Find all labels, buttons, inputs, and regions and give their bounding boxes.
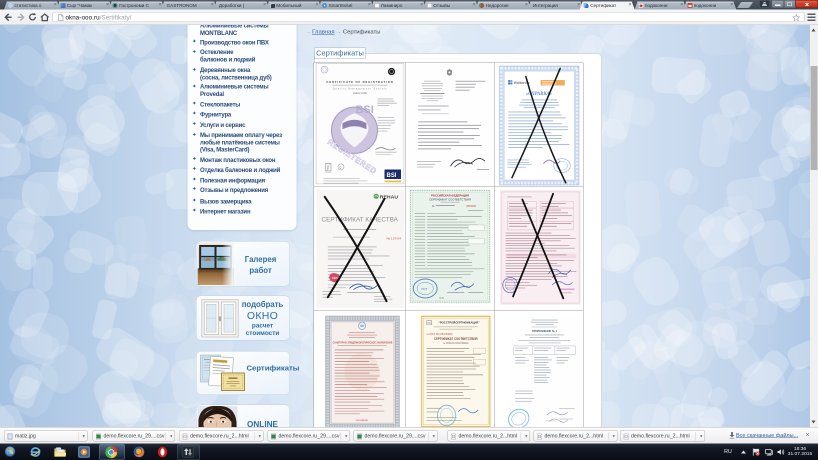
svg-text:ПРИЛОЖЕНИЕ № 1: ПРИЛОЖЕНИЕ № 1 [532, 329, 558, 333]
svg-text:М.П.: М.П. [440, 298, 445, 300]
svg-text:CERTIFICATE OF REGISTRATION: CERTIFICATE OF REGISTRATION [326, 80, 393, 84]
svg-text:0554209: 0554209 [466, 205, 476, 208]
svg-text:№: № [432, 205, 435, 208]
svg-text:BSI: BSI [356, 104, 374, 116]
svg-text:САНИТАРНО-ЭПИДЕМИОЛОГИЧЕСКОЕ З: САНИТАРНО-ЭПИДЕМИОЛОГИЧЕСКОЕ ЗАКЛЮЧЕНИЕ [333, 342, 393, 345]
svg-text:РОССИЙСКАЯ ФЕДЕРАЦИЯ: РОССИЙСКАЯ ФЕДЕРАЦИЯ [431, 194, 469, 198]
svg-text:РСС: РСС [427, 323, 432, 325]
svg-text:BSI: BSI [387, 173, 397, 179]
svg-text:REHAU: REHAU [380, 195, 399, 201]
svg-text:№ РОСС RU.СЛ61.Н00249: № РОСС RU.СЛ61.Н00249 [427, 333, 454, 336]
svg-text:№ 107/04: № 107/04 [387, 237, 402, 241]
svg-text:СЕРТИФИКАТ СООТВЕТСТВИЯ: СЕРТИФИКАТ СООТВЕТСТВИЯ [429, 197, 471, 201]
svg-text:№ СЛ61.RU.ОС02.Н00249: № СЛ61.RU.ОС02.Н00249 [443, 342, 469, 345]
svg-text:СЕРТИФИКАТ КАЧЕСТВА: СЕРТИФИКАТ КАЧЕСТВА [322, 217, 399, 224]
svg-text:Quality Management System: Quality Management System [333, 88, 388, 91]
svg-text:РСТ: РСТ [421, 287, 427, 291]
svg-text:сертификат: сертификат [356, 419, 369, 422]
svg-text:“РОССТРОЙСЕРТИФИКАЦИЯ”: “РОССТРОЙСЕРТИФИКАЦИЯ” [439, 320, 481, 324]
svg-text:СЕРТИФИКАТ СООТВЕТСТВИЯ: СЕРТИФИКАТ СООТВЕТСТВИЯ [434, 337, 478, 341]
svg-text:proRex GmbH: proRex GmbH [353, 92, 367, 95]
